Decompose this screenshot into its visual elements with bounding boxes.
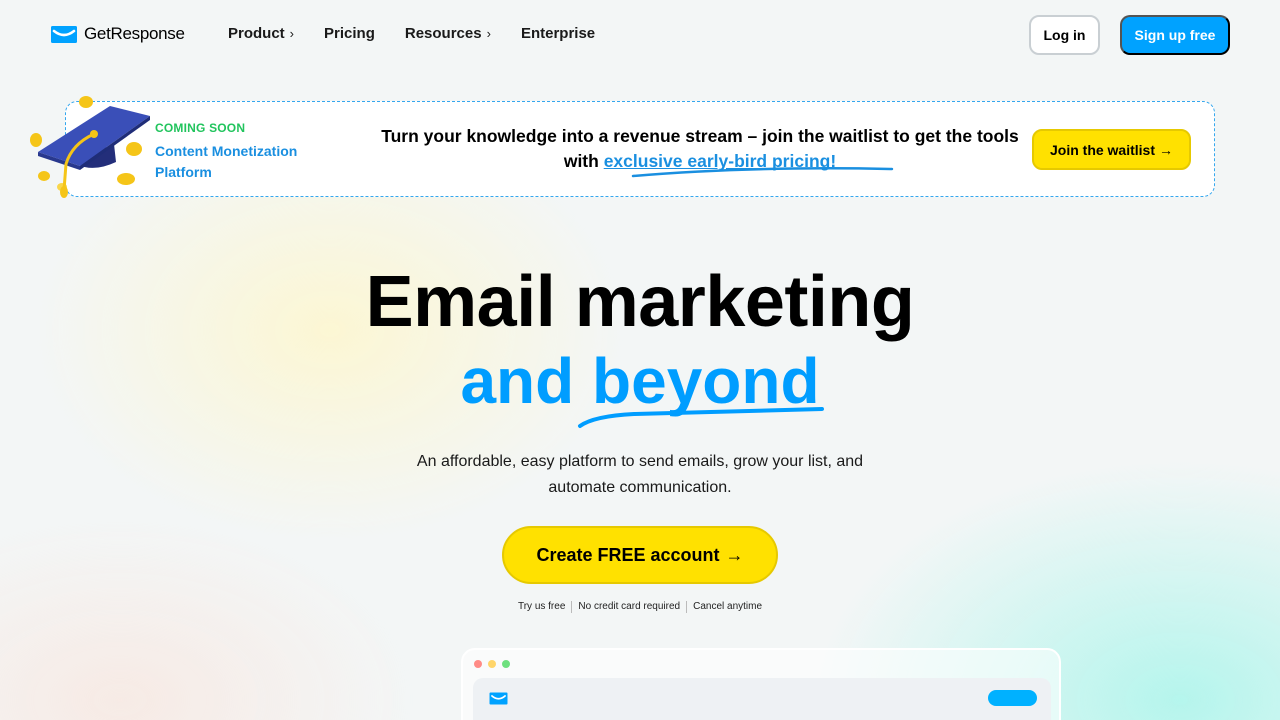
preview-action-pill bbox=[988, 690, 1037, 706]
envelope-logo-icon bbox=[51, 25, 77, 43]
hero-title: Email marketing bbox=[365, 262, 915, 342]
join-waitlist-label: Join the waitlist bbox=[1049, 141, 1155, 158]
nav-pricing-label: Pricing bbox=[324, 25, 375, 42]
underline-swoosh-icon bbox=[578, 407, 824, 428]
arrow-right-icon: → bbox=[725, 544, 744, 565]
create-free-account-button[interactable]: Create FREE account → bbox=[502, 526, 778, 584]
coming-soon-label: COMING SOON bbox=[155, 121, 246, 135]
main-menu: Product › Pricing Resources › Enterprise bbox=[228, 25, 595, 42]
hero-description: An affordable, easy platform to send ema… bbox=[416, 453, 864, 496]
underline-swoosh-icon bbox=[631, 167, 894, 178]
nav-enterprise[interactable]: Enterprise bbox=[521, 25, 595, 42]
window-close-dot bbox=[474, 660, 482, 668]
getresponse-logo[interactable]: GetResponse bbox=[50, 24, 185, 44]
create-account-label: Create FREE account bbox=[536, 544, 720, 565]
hero-perks: Try us free No credit card required Canc… bbox=[0, 601, 1280, 613]
perk-item: No credit card required bbox=[572, 601, 688, 613]
signup-button[interactable]: Sign up free bbox=[1120, 15, 1230, 55]
product-name: Content Monetization Platform bbox=[155, 143, 298, 180]
top-navigation: GetResponse Product › Pricing Resources … bbox=[0, 0, 1280, 70]
join-waitlist-button[interactable]: Join the waitlist → bbox=[1032, 129, 1191, 170]
perk-item: Cancel anytime bbox=[693, 601, 763, 612]
chevron-right-icon: › bbox=[486, 26, 491, 41]
chevron-right-icon: › bbox=[289, 26, 295, 41]
banner-product-info: COMING SOON Content Monetization Platfor… bbox=[155, 121, 325, 183]
brand-name: GetResponse bbox=[84, 24, 185, 43]
window-minimize-dot bbox=[488, 660, 496, 668]
nav-product-label: Product bbox=[228, 25, 285, 42]
graduation-cap-icon bbox=[30, 96, 150, 198]
nav-resources-label: Resources bbox=[404, 25, 482, 42]
app-preview-header bbox=[473, 678, 1051, 720]
arrow-right-icon: → bbox=[1159, 141, 1173, 158]
nav-enterprise-label: Enterprise bbox=[520, 25, 596, 42]
perk-item: Try us free bbox=[512, 601, 573, 613]
app-preview-window bbox=[461, 648, 1061, 720]
nav-product[interactable]: Product › bbox=[228, 25, 294, 42]
login-button[interactable]: Log in bbox=[1029, 15, 1100, 55]
nav-pricing[interactable]: Pricing bbox=[324, 25, 375, 42]
nav-resources[interactable]: Resources › bbox=[405, 25, 491, 42]
envelope-logo-icon bbox=[489, 692, 508, 705]
window-maximize-dot bbox=[502, 660, 510, 668]
